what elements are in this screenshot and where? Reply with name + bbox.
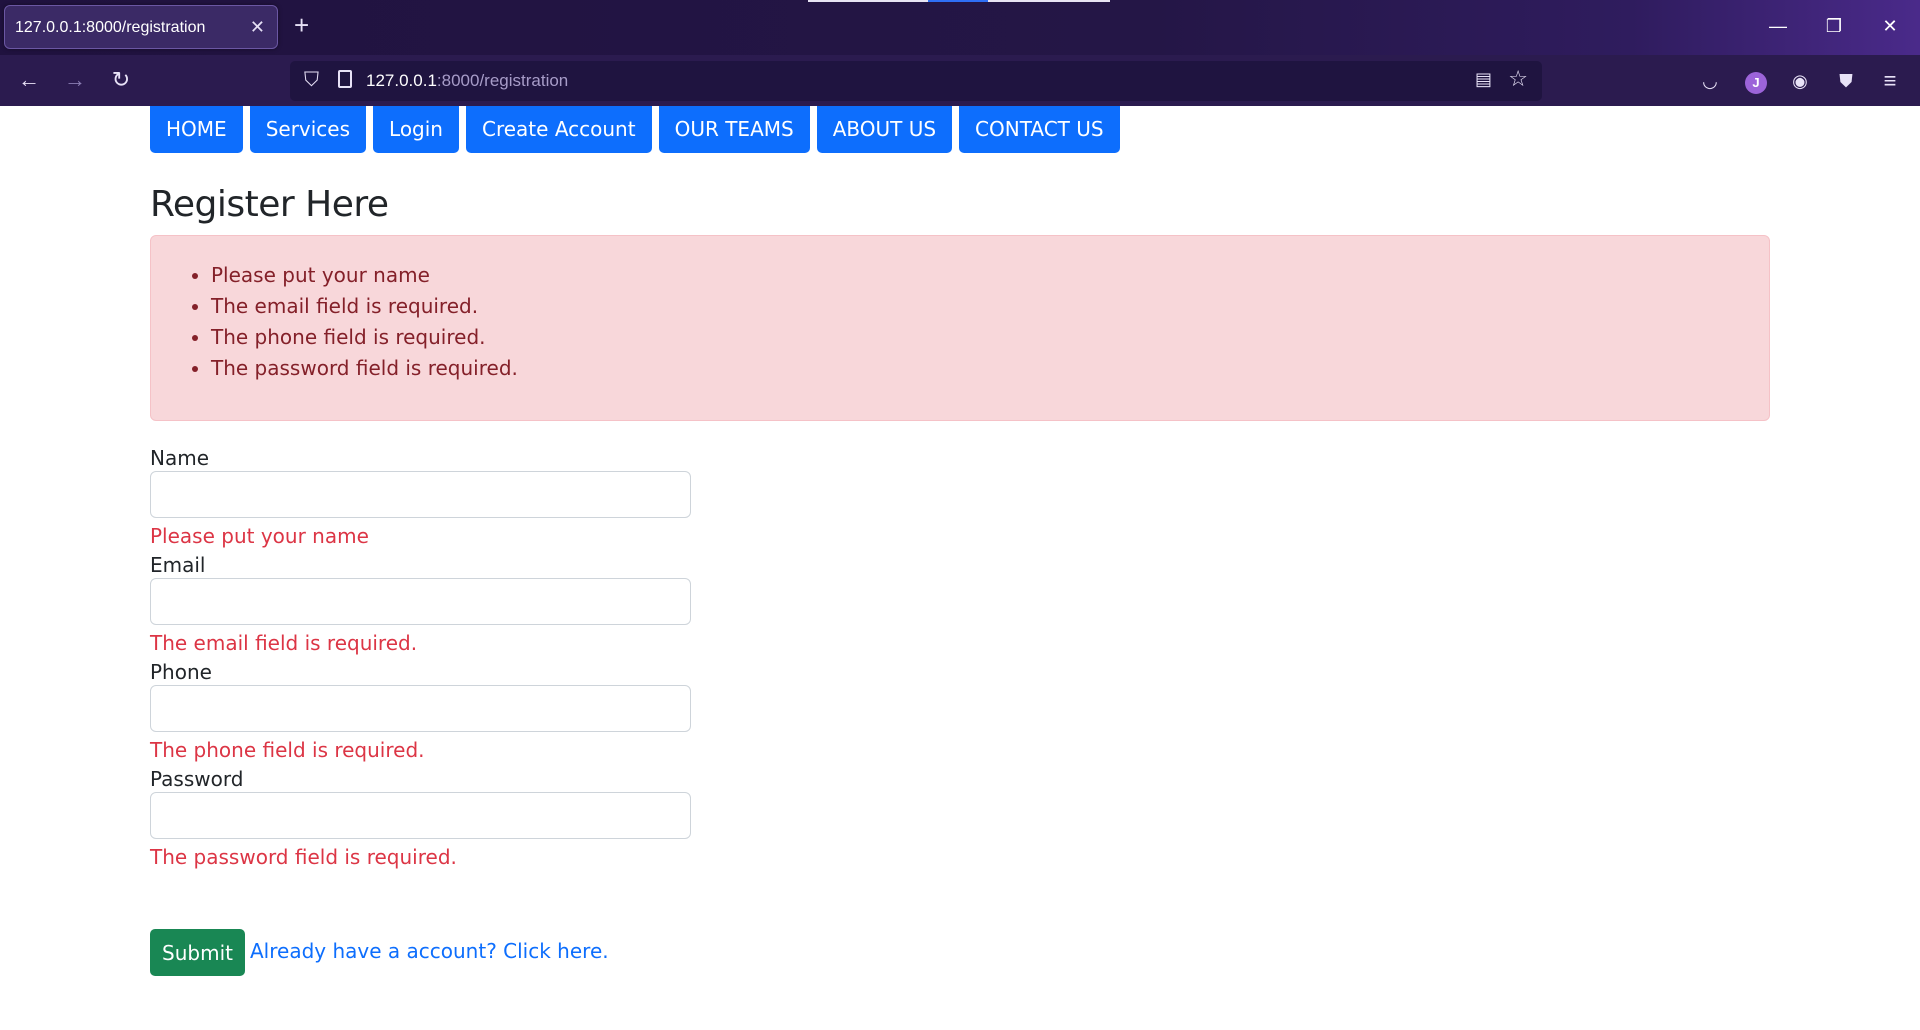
page-title: Register Here [150, 184, 389, 225]
email-error: The email field is required. [150, 631, 418, 655]
submit-button[interactable]: Submit [150, 929, 245, 976]
site-nav: HOME Services Login Create Account OUR T… [150, 106, 1120, 153]
new-tab-icon[interactable]: + [294, 10, 309, 40]
reader-view-icon[interactable]: ▤ [1475, 69, 1492, 90]
email-label: Email [150, 553, 206, 577]
error-list-item: The phone field is required. [211, 322, 1769, 353]
password-error: The password field is required. [150, 845, 457, 869]
name-field[interactable] [150, 471, 691, 518]
nav-create-account[interactable]: Create Account [466, 106, 652, 153]
login-link[interactable]: Already have a account? Click here. [250, 939, 609, 963]
phone-error: The phone field is required. [150, 738, 425, 762]
browser-tab[interactable]: 127.0.0.1:8000/registration ✕ [4, 5, 278, 49]
nav-services[interactable]: Services [249, 106, 367, 153]
url-text[interactable]: 127.0.0.1:8000/registration [366, 71, 568, 91]
address-bar[interactable]: ⛉ 127.0.0.1:8000/registration ▤ ☆ [290, 61, 1542, 101]
password-field[interactable] [150, 792, 691, 839]
tab-title: 127.0.0.1:8000/registration [15, 19, 206, 36]
error-alert: Please put your name The email field is … [150, 235, 1770, 421]
bookmark-star-icon[interactable]: ☆ [1508, 66, 1528, 92]
page-content: HOME Services Login Create Account OUR T… [0, 106, 1920, 1030]
restore-icon[interactable]: ❐ [1806, 0, 1862, 52]
reload-icon[interactable]: ↻ [106, 65, 136, 95]
close-icon[interactable]: ✕ [250, 17, 265, 37]
shield-icon[interactable]: ⛉ [304, 69, 319, 92]
nav-about-us[interactable]: ABOUT US [816, 106, 953, 153]
error-list-item: The email field is required. [211, 291, 1769, 322]
nav-home[interactable]: HOME [150, 106, 243, 153]
tab-strip: 127.0.0.1:8000/registration ✕ + — ❐ ✕ [0, 0, 1920, 55]
tab-strip-accent [808, 0, 1110, 2]
page-icon [338, 70, 352, 88]
window-close-icon[interactable]: ✕ [1862, 0, 1918, 52]
nav-login[interactable]: Login [373, 106, 459, 153]
name-label: Name [150, 446, 210, 470]
browser-toolbar: ← → ↻ ⛉ 127.0.0.1:8000/registration ▤ ☆ … [0, 55, 1920, 106]
shield-extension-icon[interactable]: ⛊ [1832, 67, 1860, 95]
error-list: Please put your name The email field is … [211, 260, 1769, 384]
forward-arrow-icon[interactable]: → [60, 65, 90, 95]
error-list-item: Please put your name [211, 260, 1769, 291]
browser-chrome: 127.0.0.1:8000/registration ✕ + — ❐ ✕ ← … [0, 0, 1920, 106]
back-arrow-icon[interactable]: ← [14, 65, 44, 95]
hamburger-menu-icon[interactable]: ≡ [1876, 67, 1904, 95]
url-host: 127.0.0.1 [366, 71, 437, 90]
email-field[interactable] [150, 578, 691, 625]
password-label: Password [150, 767, 244, 791]
url-path: :8000/registration [436, 71, 569, 90]
minimize-icon[interactable]: — [1750, 0, 1806, 52]
nav-our-teams[interactable]: OUR TEAMS [658, 106, 810, 153]
pocket-icon[interactable]: ◡ [1696, 67, 1724, 95]
name-error: Please put your name [150, 524, 369, 548]
phone-field[interactable] [150, 685, 691, 732]
phone-label: Phone [150, 660, 212, 684]
account-avatar[interactable]: J [1742, 67, 1770, 95]
avatar-letter: J [1745, 72, 1767, 94]
extension-icon[interactable]: ◉ [1786, 67, 1814, 95]
nav-contact-us[interactable]: CONTACT US [959, 106, 1120, 153]
error-list-item: The password field is required. [211, 353, 1769, 384]
